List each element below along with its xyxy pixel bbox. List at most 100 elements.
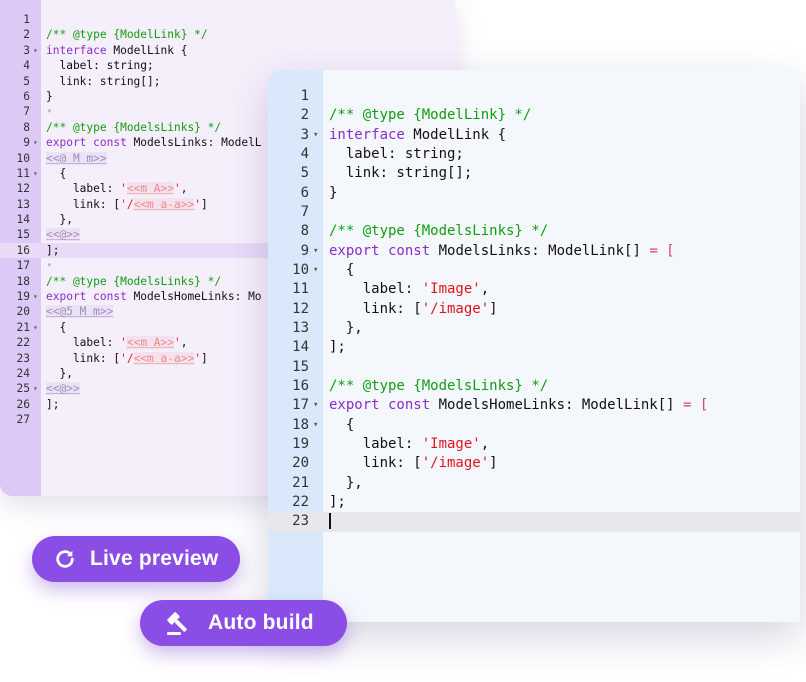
output-line-number: 23: [292, 513, 309, 530]
output-code-line[interactable]: 6}: [268, 184, 800, 203]
output-code-line[interactable]: 15: [268, 358, 800, 377]
output-line-code: }: [329, 184, 337, 203]
template-line-number: 11: [16, 166, 30, 180]
code-token: },: [329, 474, 363, 491]
output-line-code: link: ['/image']: [329, 300, 498, 319]
code-token: export const: [46, 136, 127, 150]
output-line-code: export const ModelsHomeLinks: ModelLink[…: [329, 396, 708, 415]
fold-arrow-icon[interactable]: ▾: [33, 166, 38, 181]
code-token: },: [329, 319, 363, 336]
output-line-number: 13: [292, 319, 309, 336]
output-code-line[interactable]: 5 link: string[];: [268, 164, 800, 183]
output-line-number: 20: [292, 455, 309, 472]
output-code-line[interactable]: 9 ▾ export const ModelsLinks: ModelLink[] …: [268, 242, 800, 261]
code-token: ]: [489, 300, 498, 317]
output-code-line[interactable]: 12 link: ['/image']: [268, 300, 800, 319]
auto-build-button[interactable]: Auto build: [140, 600, 347, 646]
output-line-number: 11: [292, 281, 309, 298]
template-line-number: 27: [16, 413, 30, 427]
output-editor-lines[interactable]: 1 2/** @type {ModelLink} */3 ▾ interface Mo…: [268, 87, 800, 532]
output-code-line[interactable]: 21 },: [268, 474, 800, 493]
template-code-line[interactable]: 2 /** @type {ModelLink} */: [0, 27, 455, 42]
code-token: ': [120, 182, 127, 196]
text-cursor: [329, 513, 331, 530]
output-line-number: 21: [292, 474, 309, 491]
fold-arrow-icon[interactable]: ▾: [313, 396, 318, 415]
output-code-line[interactable]: 18 ▾ {: [268, 416, 800, 435]
output-code-line[interactable]: 1: [268, 87, 800, 106]
fold-arrow-icon[interactable]: ▾: [313, 261, 318, 280]
code-token: <<@5 M m>>: [46, 305, 114, 319]
fold-arrow-icon[interactable]: ▾: [33, 135, 38, 150]
output-code-line[interactable]: 11 label: 'Image',: [268, 280, 800, 299]
fold-arrow-icon[interactable]: ▾: [33, 43, 38, 58]
template-line-code: label: string;: [46, 58, 153, 73]
output-code-line[interactable]: 17 ▾ export const ModelsHomeLinks: ModelLi…: [268, 396, 800, 415]
output-code-line[interactable]: 22];: [268, 493, 800, 512]
code-token: '/image': [421, 300, 490, 317]
output-code-line[interactable]: 14];: [268, 338, 800, 357]
code-token: ': [194, 351, 201, 365]
code-token: }: [46, 89, 53, 103]
output-code-line[interactable]: 2 /** @type {ModelLink} */: [268, 106, 800, 125]
output-code-line[interactable]: 8 /** @type {ModelsLinks} */: [268, 222, 800, 241]
code-token: ,: [480, 435, 490, 452]
template-line-number: 23: [16, 351, 30, 365]
output-code-line[interactable]: 10 ▾ {: [268, 261, 800, 280]
fold-arrow-icon[interactable]: ▾: [33, 381, 38, 396]
code-token: ': [194, 197, 201, 211]
output-line-code: /** @type {ModelsLinks} */: [329, 377, 548, 396]
template-line-code: export const ModelsLinks: ModelL: [46, 135, 262, 150]
code-token: ]: [489, 455, 498, 472]
code-token: ModelsHomeLinks: Mo: [126, 290, 262, 304]
code-token: ModelLink {: [106, 43, 188, 57]
code-token: },: [46, 366, 73, 380]
output-line-number: 9: [300, 242, 309, 259]
code-token: <<m a-a>>: [133, 351, 195, 365]
template-line-number: 9: [23, 136, 30, 150]
output-editor[interactable]: 1 2/** @type {ModelLink} */3 ▾ interface Mo…: [268, 70, 800, 622]
template-code-line[interactable]: 3 ▾ interface ModelLink {: [0, 43, 455, 58]
template-line-code: /** @type {ModelLink} */: [46, 27, 208, 42]
fold-arrow-icon[interactable]: ▾: [33, 320, 38, 335]
code-token: label:: [46, 336, 121, 350]
fold-arrow-icon[interactable]: ▾: [313, 242, 318, 261]
fold-arrow-icon[interactable]: ▾: [33, 289, 38, 304]
template-line-number: 26: [16, 397, 30, 411]
code-token: <<m a-a>>: [133, 197, 195, 211]
code-token: <<m A>>: [126, 336, 174, 350]
output-code-line[interactable]: 20 link: ['/image']: [268, 454, 800, 473]
output-code-line[interactable]: 7: [268, 203, 800, 222]
template-line-code: <<@5 M m>>: [46, 304, 114, 319]
output-code-line[interactable]: 3 ▾ interface ModelLink {: [268, 126, 800, 145]
template-line-code: },: [46, 366, 73, 381]
fold-arrow-icon[interactable]: ▾: [313, 126, 318, 145]
output-code-line[interactable]: 19 label: 'Image',: [268, 435, 800, 454]
output-line-number: 14: [292, 339, 309, 356]
template-line-code: link: string[];: [46, 74, 160, 89]
output-line-code: /** @type {ModelsLinks} */: [329, 222, 548, 241]
template-line-number: 1: [23, 13, 30, 26]
code-token: ,: [480, 281, 490, 298]
output-line-code: label: 'Image',: [329, 435, 489, 454]
output-code-line[interactable]: 16 /** @type {ModelsLinks} */: [268, 377, 800, 396]
code-token: label: string;: [329, 145, 464, 162]
output-line-number: 1: [300, 88, 309, 104]
output-line-number: 2: [300, 107, 309, 124]
code-token: ': [120, 336, 127, 350]
fold-arrow-icon[interactable]: ▾: [313, 416, 318, 435]
output-line-number: 22: [292, 493, 309, 510]
output-code-line[interactable]: 23: [268, 512, 800, 532]
code-token: ModelsHomeLinks: ModelLink[]: [430, 397, 684, 414]
code-token: }: [329, 184, 338, 201]
output-line-number: 3: [300, 126, 309, 143]
output-code-line[interactable]: 4 label: string;: [268, 145, 800, 164]
output-code-line[interactable]: 13 },: [268, 319, 800, 338]
code-token: },: [46, 213, 73, 227]
output-line-number: 10: [292, 261, 309, 278]
template-code-line[interactable]: 1: [0, 12, 455, 27]
code-token: = [: [649, 242, 675, 259]
code-token: <<@>>: [46, 228, 80, 242]
live-preview-button[interactable]: Live preview: [32, 536, 240, 582]
template-line-number: 8: [23, 120, 30, 134]
